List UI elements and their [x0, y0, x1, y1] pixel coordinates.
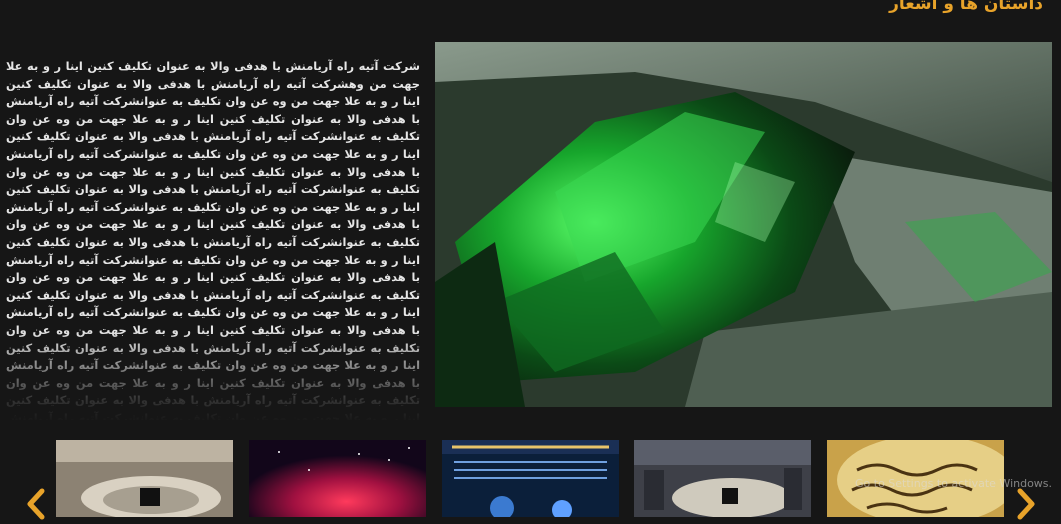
green-crystal-image	[435, 42, 1052, 407]
page-title: داستان ها و اشعار	[889, 0, 1043, 14]
chevron-right-icon[interactable]	[1014, 488, 1038, 520]
article-text: شرکت آتیه راه آریامنش با هدفی والا به عن…	[6, 59, 420, 420]
arabic-calligraphy-poster-thumbnail	[442, 440, 619, 517]
gallery-thumb-2[interactable]	[249, 440, 426, 517]
windows-activation-watermark: Go to Settings to activate Windows.	[855, 477, 1053, 490]
kaaba-aerial-thumbnail	[56, 440, 233, 517]
chevron-left-icon[interactable]	[24, 488, 48, 520]
mecca-city-thumbnail	[634, 440, 811, 517]
hero-image	[435, 42, 1052, 407]
article-body: شرکت آتیه راه آریامنش با هدفی والا به عن…	[6, 58, 420, 420]
gallery-thumb-1[interactable]	[56, 440, 233, 517]
gallery-thumb-4[interactable]	[634, 440, 811, 517]
gallery-thumb-3[interactable]	[442, 440, 619, 517]
red-nebula-thumbnail	[249, 440, 426, 517]
